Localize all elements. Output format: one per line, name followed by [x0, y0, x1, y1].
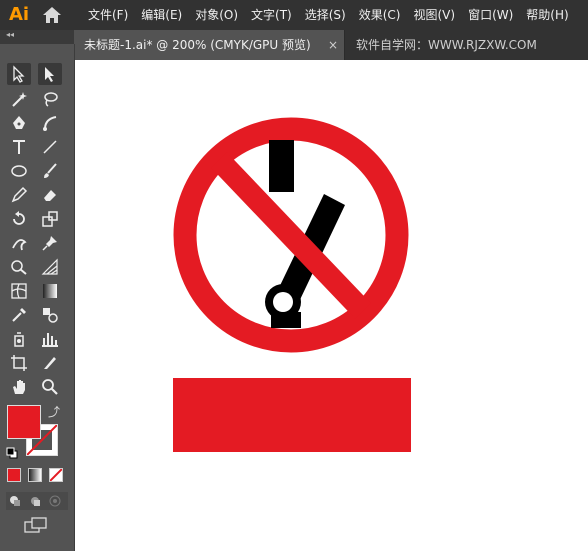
menu-type[interactable]: 文字(T) [251, 0, 292, 30]
tab-document[interactable]: 未标题-1.ai* @ 200% (CMYK/GPU 预览) × [74, 30, 345, 60]
type-tool-icon[interactable] [7, 136, 31, 158]
menu-edit[interactable]: 编辑(E) [141, 0, 182, 30]
rotate-tool-icon[interactable] [7, 208, 31, 230]
warp-tool-icon[interactable] [7, 232, 31, 254]
selection-tool-icon[interactable] [7, 63, 31, 85]
line-tool-icon[interactable] [38, 136, 62, 158]
draw-behind-icon[interactable] [28, 494, 42, 508]
switch-pivot-hole [273, 292, 293, 312]
tab-website[interactable]: 软件自学网：WWW.RJZXW.COM [356, 30, 537, 60]
menu-effect[interactable]: 效果(C) [359, 0, 401, 30]
slice-tool-icon[interactable] [38, 352, 62, 374]
pen-tool-icon[interactable] [7, 112, 31, 134]
menu-file[interactable]: 文件(F) [88, 0, 128, 30]
zoom-tool-icon[interactable] [38, 376, 62, 398]
app-logo: Ai [8, 4, 30, 25]
column-graph-icon[interactable] [38, 328, 62, 350]
switch-upper-bar[interactable] [269, 140, 294, 192]
tools-panel: ⤴ [0, 44, 75, 551]
close-tab-icon[interactable]: × [328, 30, 338, 60]
perspective-grid-icon[interactable] [38, 256, 62, 278]
pin-icon[interactable] [38, 232, 62, 254]
menu-bar: Ai 文件(F) 编辑(E) 对象(O) 文字(T) 选择(S) 效果(C) 视… [0, 0, 588, 30]
scale-tool-icon[interactable] [38, 208, 62, 230]
gradient-mode-icon[interactable] [28, 468, 42, 482]
gradient-tool-icon[interactable] [38, 280, 62, 302]
pencil-icon[interactable] [7, 184, 31, 206]
menu-object[interactable]: 对象(O) [195, 0, 238, 30]
prohibition-sign-artwork[interactable] [75, 60, 588, 551]
blend-tool-icon[interactable] [38, 304, 62, 326]
artboard-canvas[interactable] [75, 60, 588, 551]
menu-view[interactable]: 视图(V) [413, 0, 455, 30]
direct-selection-tool-icon[interactable] [38, 63, 62, 85]
default-colors-icon[interactable] [6, 444, 18, 459]
shape-builder-icon[interactable] [7, 256, 31, 278]
curvature-tool-icon[interactable] [38, 112, 62, 134]
sign-label-box[interactable] [173, 378, 411, 452]
eyedropper-icon[interactable] [7, 304, 31, 326]
main-menu: 文件(F) 编辑(E) 对象(O) 文字(T) 选择(S) 效果(C) 视图(V… [88, 0, 582, 30]
none-mode-icon[interactable] [49, 468, 63, 482]
screen-mode-icon[interactable] [24, 516, 48, 536]
symbol-sprayer-icon[interactable] [7, 328, 31, 350]
ellipse-tool-icon[interactable] [7, 160, 31, 182]
hand-tool-icon[interactable] [7, 376, 31, 398]
collapse-toolbar-icon[interactable]: ◂◂ [6, 30, 14, 39]
draw-modes [6, 492, 68, 510]
draw-normal-icon[interactable] [8, 494, 22, 508]
paintbrush-icon[interactable] [38, 160, 62, 182]
mesh-tool-icon[interactable] [7, 280, 31, 302]
fill-swatch[interactable] [7, 405, 41, 439]
color-mode-icon[interactable] [7, 468, 21, 482]
eraser-icon[interactable] [38, 184, 62, 206]
lasso-icon[interactable] [38, 88, 62, 110]
magic-wand-icon[interactable] [7, 88, 31, 110]
menu-window[interactable]: 窗口(W) [468, 0, 513, 30]
swap-fill-stroke-icon[interactable]: ⤴ [48, 403, 60, 420]
menu-select[interactable]: 选择(S) [305, 0, 346, 30]
menu-help[interactable]: 帮助(H) [526, 0, 568, 30]
artboard-tool-icon[interactable] [7, 352, 31, 374]
document-tab-title: 未标题-1.ai* @ 200% (CMYK/GPU 预览) [84, 38, 311, 52]
home-icon[interactable] [42, 6, 62, 24]
draw-inside-icon[interactable] [48, 494, 62, 508]
